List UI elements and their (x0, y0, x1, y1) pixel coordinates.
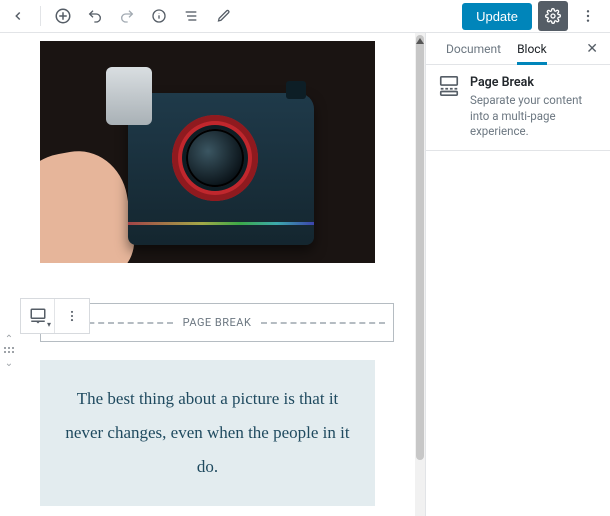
move-down-button[interactable]: ⌄ (5, 359, 13, 369)
hand-illustration (40, 144, 140, 263)
camera-illustration (128, 93, 314, 245)
quote-block[interactable]: The best thing about a picture is that i… (40, 360, 375, 506)
sidebar: Document Block ✕ Page Break Separate you… (425, 33, 610, 516)
block-info-description: Separate your content into a multi-page … (470, 93, 598, 140)
move-up-button[interactable]: ⌃ (5, 335, 13, 345)
info-button[interactable] (145, 2, 173, 30)
more-menu-button[interactable] (574, 2, 602, 30)
main-area: ▾ ⌃ ⌄ PAGE BREAK The best thing about a … (0, 33, 610, 516)
camera-stripe (128, 222, 314, 225)
tab-document[interactable]: Document (438, 33, 509, 64)
camera-lens-ring (172, 115, 258, 201)
settings-button[interactable] (538, 1, 568, 31)
block-info-title: Page Break (470, 75, 598, 90)
quote-text: The best thing about a picture is that i… (65, 389, 349, 476)
sidebar-collapse-icon[interactable] (414, 35, 426, 47)
edit-button[interactable] (209, 2, 237, 30)
page-break-line-right (261, 322, 385, 324)
block-type-switcher[interactable]: ▾ (21, 299, 55, 333)
drag-handle-icon[interactable] (4, 347, 14, 357)
page-break-label: PAGE BREAK (173, 316, 262, 329)
block-movers: ⌃ ⌄ (0, 335, 19, 369)
toolbar-right: Update (462, 1, 602, 31)
sidebar-close-button[interactable]: ✕ (582, 37, 602, 61)
camera-lens (186, 129, 244, 187)
tab-block[interactable]: Block (509, 33, 555, 64)
editor-column: ▾ ⌃ ⌄ PAGE BREAK The best thing about a … (0, 33, 425, 516)
undo-button[interactable] (81, 2, 109, 30)
chevron-down-icon: ▾ (47, 320, 51, 329)
block-info-body: Page Break Separate your content into a … (470, 75, 598, 140)
redo-button[interactable] (113, 2, 141, 30)
outline-button[interactable] (177, 2, 205, 30)
block-toolbar: ▾ (20, 298, 90, 334)
camera-viewfinder (286, 81, 306, 99)
top-toolbar: Update (0, 0, 610, 33)
block-more-button[interactable] (55, 299, 89, 333)
back-button[interactable] (4, 2, 32, 30)
add-block-button[interactable] (49, 2, 77, 30)
page-break-block[interactable]: PAGE BREAK (40, 303, 394, 342)
image-block[interactable] (40, 41, 375, 263)
editor-scrollbar[interactable] (415, 33, 425, 516)
toolbar-left (4, 2, 237, 30)
block-info-card: Page Break Separate your content into a … (426, 65, 610, 151)
scrollbar-thumb[interactable] (416, 35, 424, 460)
editor-content: ▾ ⌃ ⌄ PAGE BREAK The best thing about a … (0, 33, 425, 516)
toolbar-divider (40, 6, 41, 26)
sidebar-tabs: Document Block ✕ (426, 33, 610, 65)
camera-flash (106, 67, 152, 125)
page-break-icon (438, 75, 460, 97)
update-button[interactable]: Update (462, 3, 532, 30)
